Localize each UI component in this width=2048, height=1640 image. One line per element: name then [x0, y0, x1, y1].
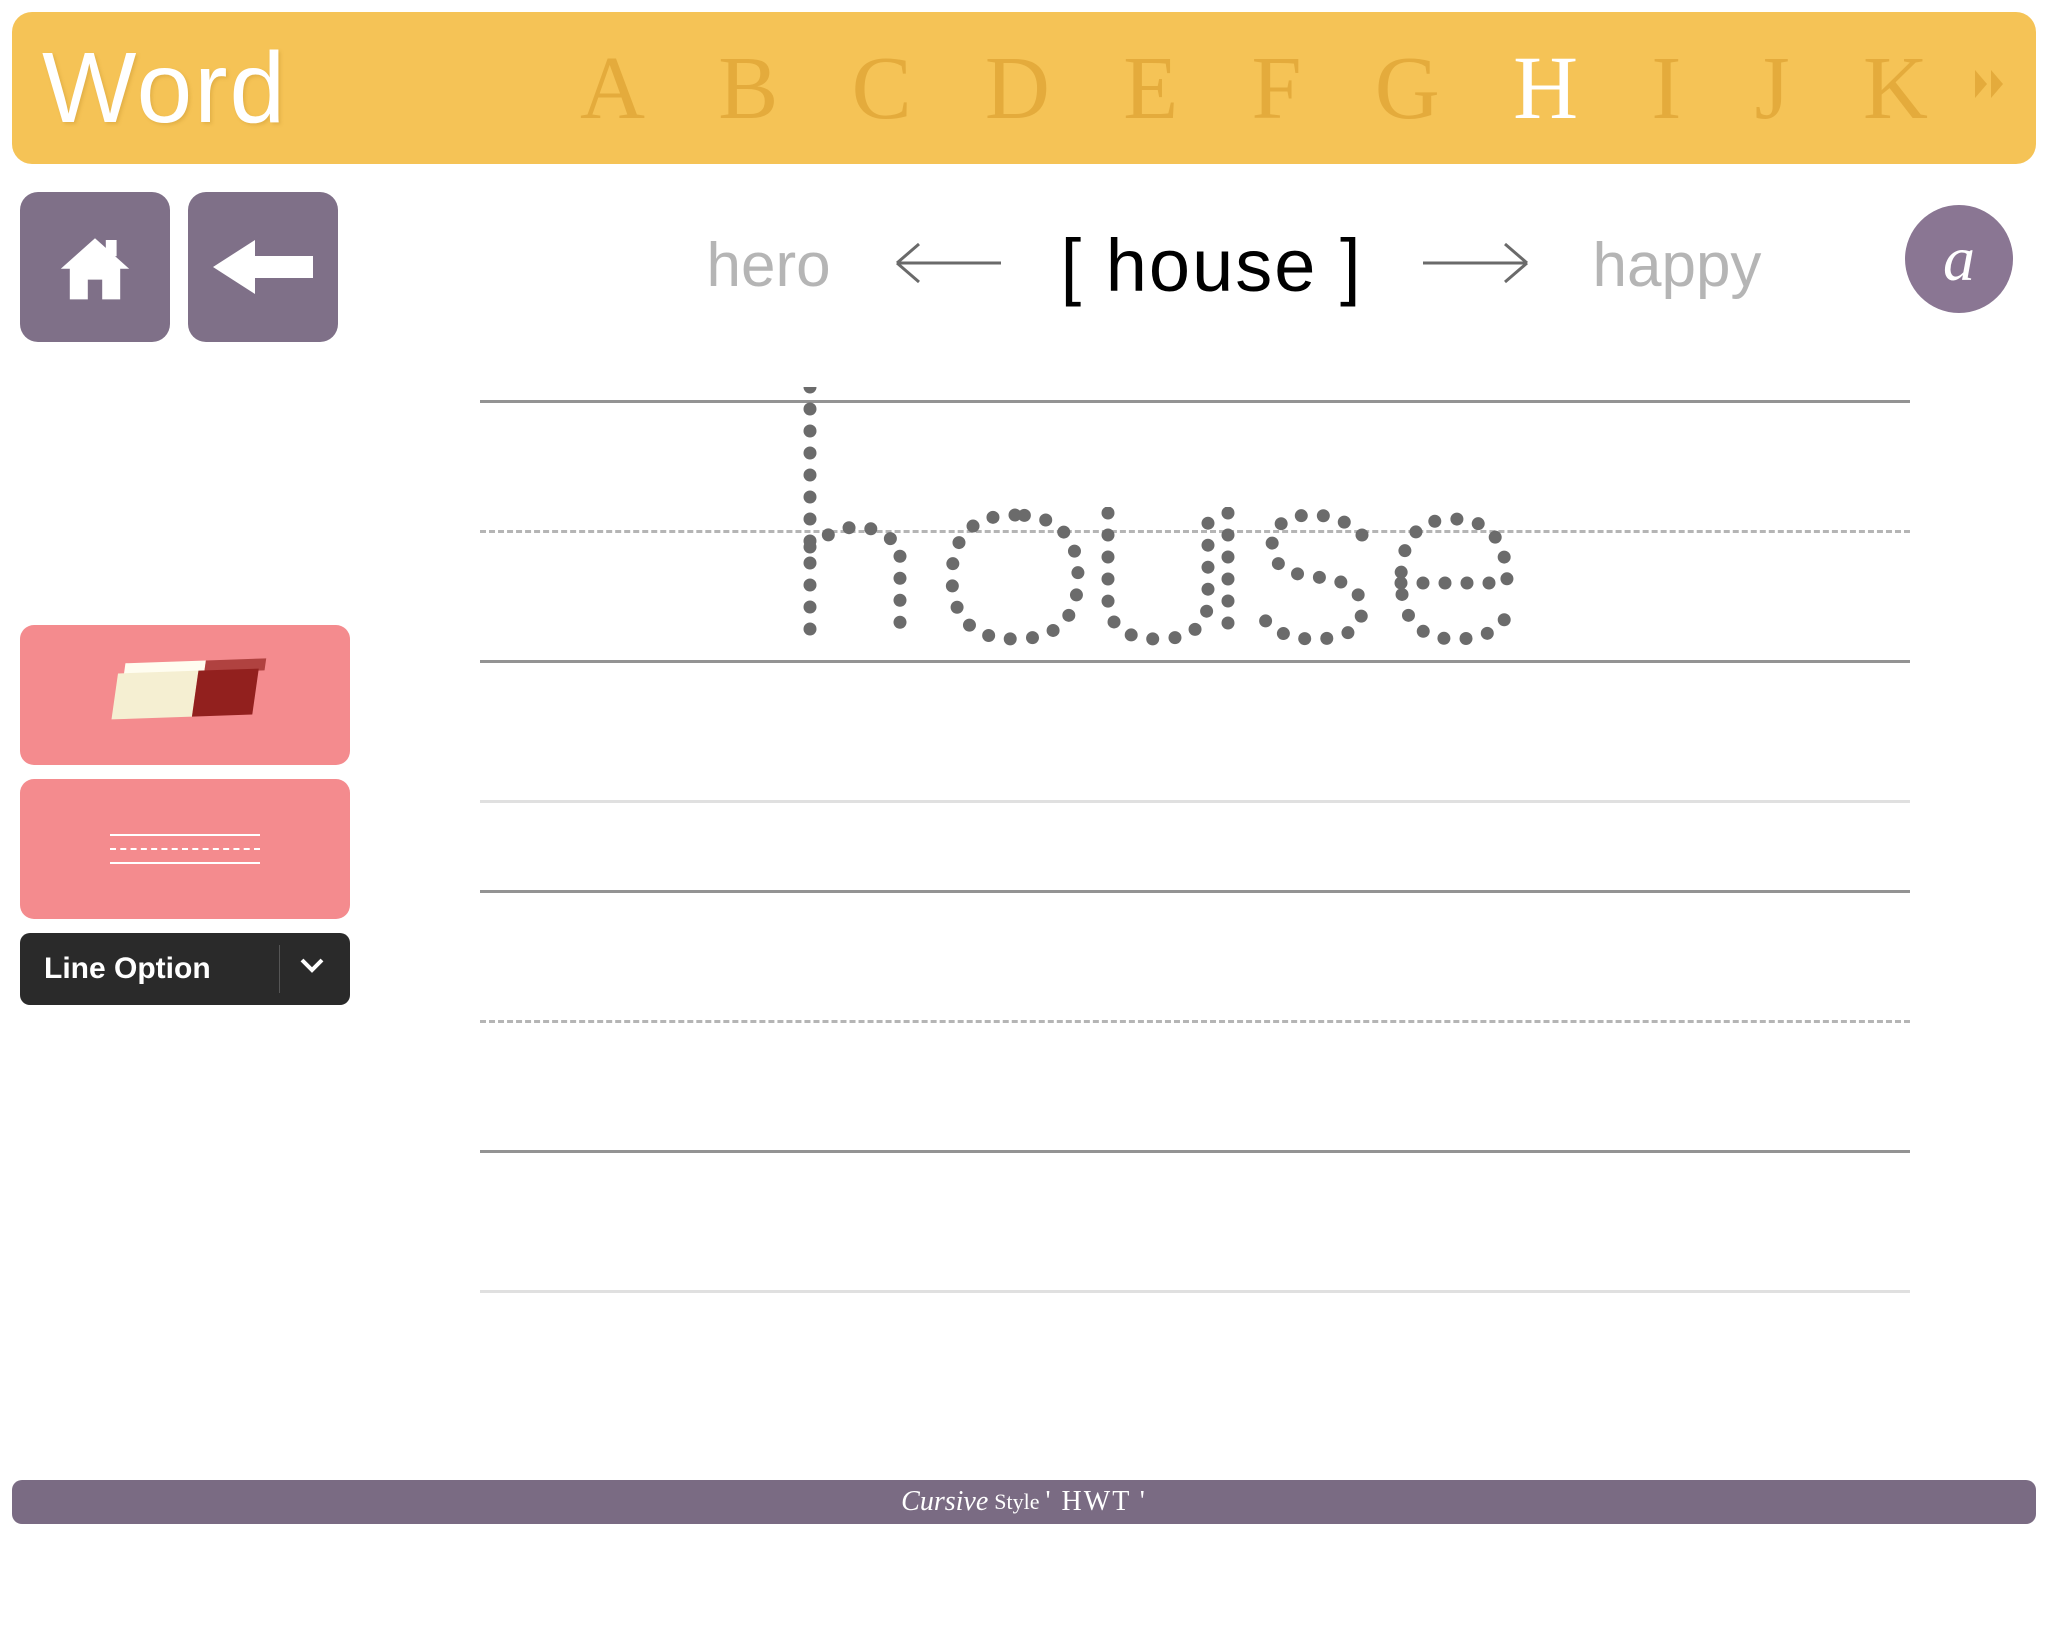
- eraser-icon: [110, 659, 260, 732]
- dropdown-label: Line Option: [44, 952, 211, 986]
- current-word: [ house ]: [1061, 223, 1363, 308]
- alphabet-letter-f[interactable]: F: [1243, 37, 1309, 140]
- trace-letter-h[interactable]: [790, 387, 940, 652]
- arrow-left-icon[interactable]: [891, 238, 1001, 293]
- trace-letter-e[interactable]: [1385, 507, 1525, 652]
- footer-style: Style: [994, 1489, 1039, 1515]
- lines-icon: [110, 834, 260, 864]
- alphabet-next-icon[interactable]: [1971, 61, 2011, 115]
- alphabet-letter-i[interactable]: I: [1643, 37, 1689, 140]
- style-badge-letter: a: [1943, 222, 1975, 296]
- nav-buttons: [20, 192, 338, 342]
- alphabet-letter-g[interactable]: G: [1367, 37, 1448, 140]
- arrow-left-icon: [213, 232, 313, 302]
- trace-letter-s[interactable]: [1250, 507, 1385, 652]
- trace-word[interactable]: [790, 392, 1525, 652]
- alphabet-letter-a[interactable]: A: [572, 37, 653, 140]
- alphabet-letter-d[interactable]: D: [977, 37, 1058, 140]
- rule-set-2: [480, 890, 1910, 1150]
- alphabet-letter-b[interactable]: B: [710, 37, 786, 140]
- tool-sidebar: Line Option: [20, 625, 350, 1005]
- word-navigator: hero [ house ] happy: [480, 210, 1988, 320]
- alphabet-letter-k[interactable]: K: [1855, 37, 1936, 140]
- style-badge[interactable]: a: [1905, 205, 2013, 313]
- eraser-button[interactable]: [20, 625, 350, 765]
- arrow-right-icon[interactable]: [1423, 238, 1533, 293]
- rule-set-1: [480, 400, 1910, 660]
- footer-bar: Cursive Style ' HWT ': [12, 1480, 2036, 1524]
- alphabet-letter-j[interactable]: J: [1747, 37, 1798, 140]
- line-option-dropdown[interactable]: Line Option: [20, 933, 350, 1005]
- footer-cursive: Cursive: [901, 1486, 988, 1518]
- line-style-button[interactable]: [20, 779, 350, 919]
- writing-canvas[interactable]: [480, 400, 1910, 1400]
- alphabet-letter-e[interactable]: E: [1115, 37, 1186, 140]
- alphabet-letter-h[interactable]: H: [1505, 37, 1586, 140]
- trace-letter-o[interactable]: [940, 507, 1090, 652]
- home-icon: [50, 222, 140, 312]
- footer-name: ' HWT ': [1046, 1486, 1147, 1518]
- chevron-down-icon: [298, 951, 326, 987]
- home-button[interactable]: [20, 192, 170, 342]
- alphabet-row: ABCDEFGHIJK: [572, 12, 1936, 164]
- header-bar: Word ABCDEFGHIJK: [12, 12, 2036, 164]
- back-button[interactable]: [188, 192, 338, 342]
- prev-word[interactable]: hero: [707, 230, 831, 301]
- next-word[interactable]: happy: [1593, 230, 1762, 301]
- trace-letter-u[interactable]: [1090, 507, 1250, 652]
- alphabet-letter-c[interactable]: C: [844, 37, 920, 140]
- page-title: Word: [42, 31, 287, 146]
